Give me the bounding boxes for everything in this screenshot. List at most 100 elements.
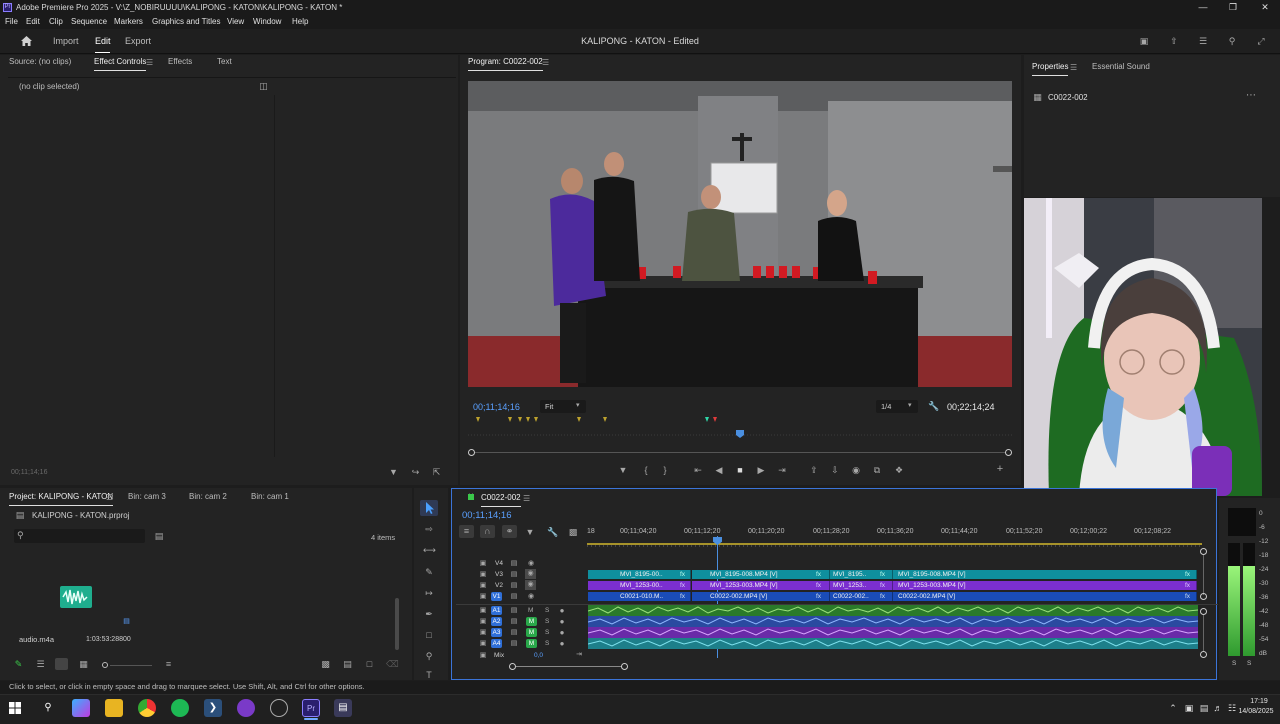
solo-label[interactable]: S [545,607,549,614]
lock-icon[interactable]: ▣ [479,570,487,580]
clip-v3[interactable]: MVI_8195-008.MP4 [V] fx [893,570,1197,579]
tab-effect-controls[interactable]: Effect Controls [94,56,147,71]
track-a3-target[interactable]: A3 [491,628,502,637]
microphone-icon[interactable]: ● [558,617,566,627]
program-video-frame[interactable] [468,81,1012,387]
freeform-view-icon[interactable]: ▦ [78,659,89,669]
go-to-in-icon[interactable]: ⇤ [692,465,704,475]
solo-label[interactable]: S [545,640,549,647]
lock-icon[interactable]: ▣ [479,592,487,602]
audio-scroll-top-handle[interactable] [1200,608,1207,615]
menu-window[interactable]: Window [253,15,281,29]
workspaces-menu-icon[interactable]: ☰ [1197,36,1209,46]
selection-tool-button[interactable] [420,500,438,516]
automate-to-sequence-icon[interactable]: ▩ [320,659,331,669]
close-icon[interactable]: ✕ [1250,0,1280,15]
comparison-view-icon[interactable]: ⧉ [871,465,883,475]
search-icon[interactable]: ⚲ [39,699,57,717]
extract-icon[interactable]: ⇩ [829,465,841,475]
more-options-icon[interactable]: ⋯ [1244,91,1258,101]
clip-v1[interactable]: C0022-002.MP4 [V] fx [692,592,830,601]
video-vertical-scrollbar[interactable] [1203,555,1204,595]
ripple-edit-tool-icon[interactable]: ⟷ [423,545,436,555]
project-menu-icon[interactable]: ☰ [106,493,113,502]
workspace-tab-export[interactable]: Export [125,29,151,54]
clock-time[interactable]: 17:19 [1244,698,1274,705]
new-search-bin-icon[interactable]: ▤ [153,531,165,541]
obs-icon[interactable] [270,699,288,717]
snap-button[interactable]: ∩ [480,525,495,538]
toggle-timeline-view-icon[interactable]: ◫ [258,81,269,91]
spotify-icon[interactable] [171,699,189,717]
step-forward-icon[interactable]: ▶ [755,465,767,475]
thumbnail-zoom-slider[interactable] [110,665,152,666]
eye-icon[interactable]: ◉ [527,559,535,569]
track-a2-target[interactable]: A2 [491,617,502,626]
sync-lock-icon[interactable]: ▤ [510,559,518,569]
track-v1-target[interactable]: V1 [491,592,502,601]
sync-lock-icon[interactable]: ▤ [510,617,518,627]
microphone-icon[interactable]: ● [558,606,566,616]
microphone-icon[interactable]: ● [558,628,566,638]
slip-tool-icon[interactable]: ↦ [423,588,435,598]
list-view-icon[interactable]: ☰ [35,659,46,669]
clip-v1[interactable]: C0022-002.. fx [830,592,893,601]
sync-lock-icon[interactable]: ▤ [510,592,518,602]
tab-text[interactable]: Text [217,56,232,68]
audio-vertical-scrollbar[interactable] [1203,615,1204,651]
premiere-taskbar-icon[interactable]: Pr [302,699,320,717]
timeline-zoom-handle-right[interactable] [621,663,628,670]
tab-bin-cam-1[interactable]: Bin: cam 1 [251,491,289,503]
audio-scroll-bottom-handle[interactable] [1200,651,1207,658]
share-icon[interactable]: ⇧ [1168,36,1180,46]
sync-lock-icon[interactable]: ▤ [510,570,518,580]
track-a4-target[interactable]: A4 [491,639,502,648]
search-icon[interactable]: ⚲ [1226,36,1238,46]
pencil-icon[interactable]: ✎ [13,659,24,669]
clip-v1[interactable]: C0021-010.M.. fx [588,592,691,601]
file-explorer-icon[interactable] [105,699,123,717]
timeline-sequence-tab[interactable]: C0022-002 [481,492,521,507]
menu-help[interactable]: Help [292,15,308,29]
playback-resolution-dropdown[interactable]: 1/4 ▾ [876,400,918,413]
clip-v3[interactable]: MVI_8195.. fx [830,570,893,579]
restore-icon[interactable]: ❐ [1218,0,1248,15]
project-scrollbar[interactable] [395,598,399,650]
lock-icon[interactable]: ▣ [479,639,487,649]
lock-icon[interactable]: ▣ [479,581,487,591]
lock-icon[interactable]: ▣ [479,559,487,569]
track-a1-target[interactable]: A1 [491,606,502,615]
timeline-playhead-timecode[interactable]: 00;11;14;16 [462,510,511,521]
tab-project[interactable]: Project: KALIPONG - KATON [9,491,114,506]
eye-icon[interactable]: ◉ [527,592,535,602]
timeline-zoom-handle-left[interactable] [509,663,516,670]
mark-in-icon[interactable]: { [640,465,652,475]
sync-lock-icon[interactable]: ▤ [510,581,518,591]
project-search-input[interactable]: ⚲ [14,529,145,543]
timeline-zoom-bar[interactable] [516,666,622,667]
mix-value[interactable]: 0,0 [534,652,543,659]
sort-icon[interactable]: ≡ [163,659,174,669]
menu-view[interactable]: View [227,15,244,29]
messenger-icon[interactable] [237,699,255,717]
button-editor-plus-icon[interactable]: + [994,464,1006,475]
tab-properties[interactable]: Properties [1032,61,1069,76]
thumbnail-zoom-handle[interactable] [102,662,108,668]
program-menu-icon[interactable]: ☰ [542,58,549,67]
wrench-icon[interactable]: 🔧 [928,401,940,411]
lock-icon[interactable]: ▣ [479,651,487,661]
program-playhead-timecode[interactable]: 00;11;14;16 [473,402,520,412]
terminal-app-icon[interactable]: ❯ [204,699,222,717]
eye-hidden-icon[interactable]: ◉ [525,580,536,590]
solo-label[interactable]: S [545,618,549,625]
clip-v2[interactable]: MVI_1253-003.MP4 [V] fx [692,581,830,590]
tray-app-icon[interactable]: ▣ [1184,703,1194,713]
insert-nest-button[interactable]: ≡ [459,525,474,538]
clear-icon[interactable]: ⌫ [386,659,399,669]
mute-button-active[interactable]: M [526,639,537,648]
menu-graphics-and-titles[interactable]: Graphics and Titles [152,15,220,29]
zoom-scroll-bar[interactable] [470,452,1012,453]
mute-button-active[interactable]: M [526,628,537,637]
camera-icon[interactable]: ◉ [850,465,862,475]
tab-source[interactable]: Source: (no clips) [9,56,71,68]
